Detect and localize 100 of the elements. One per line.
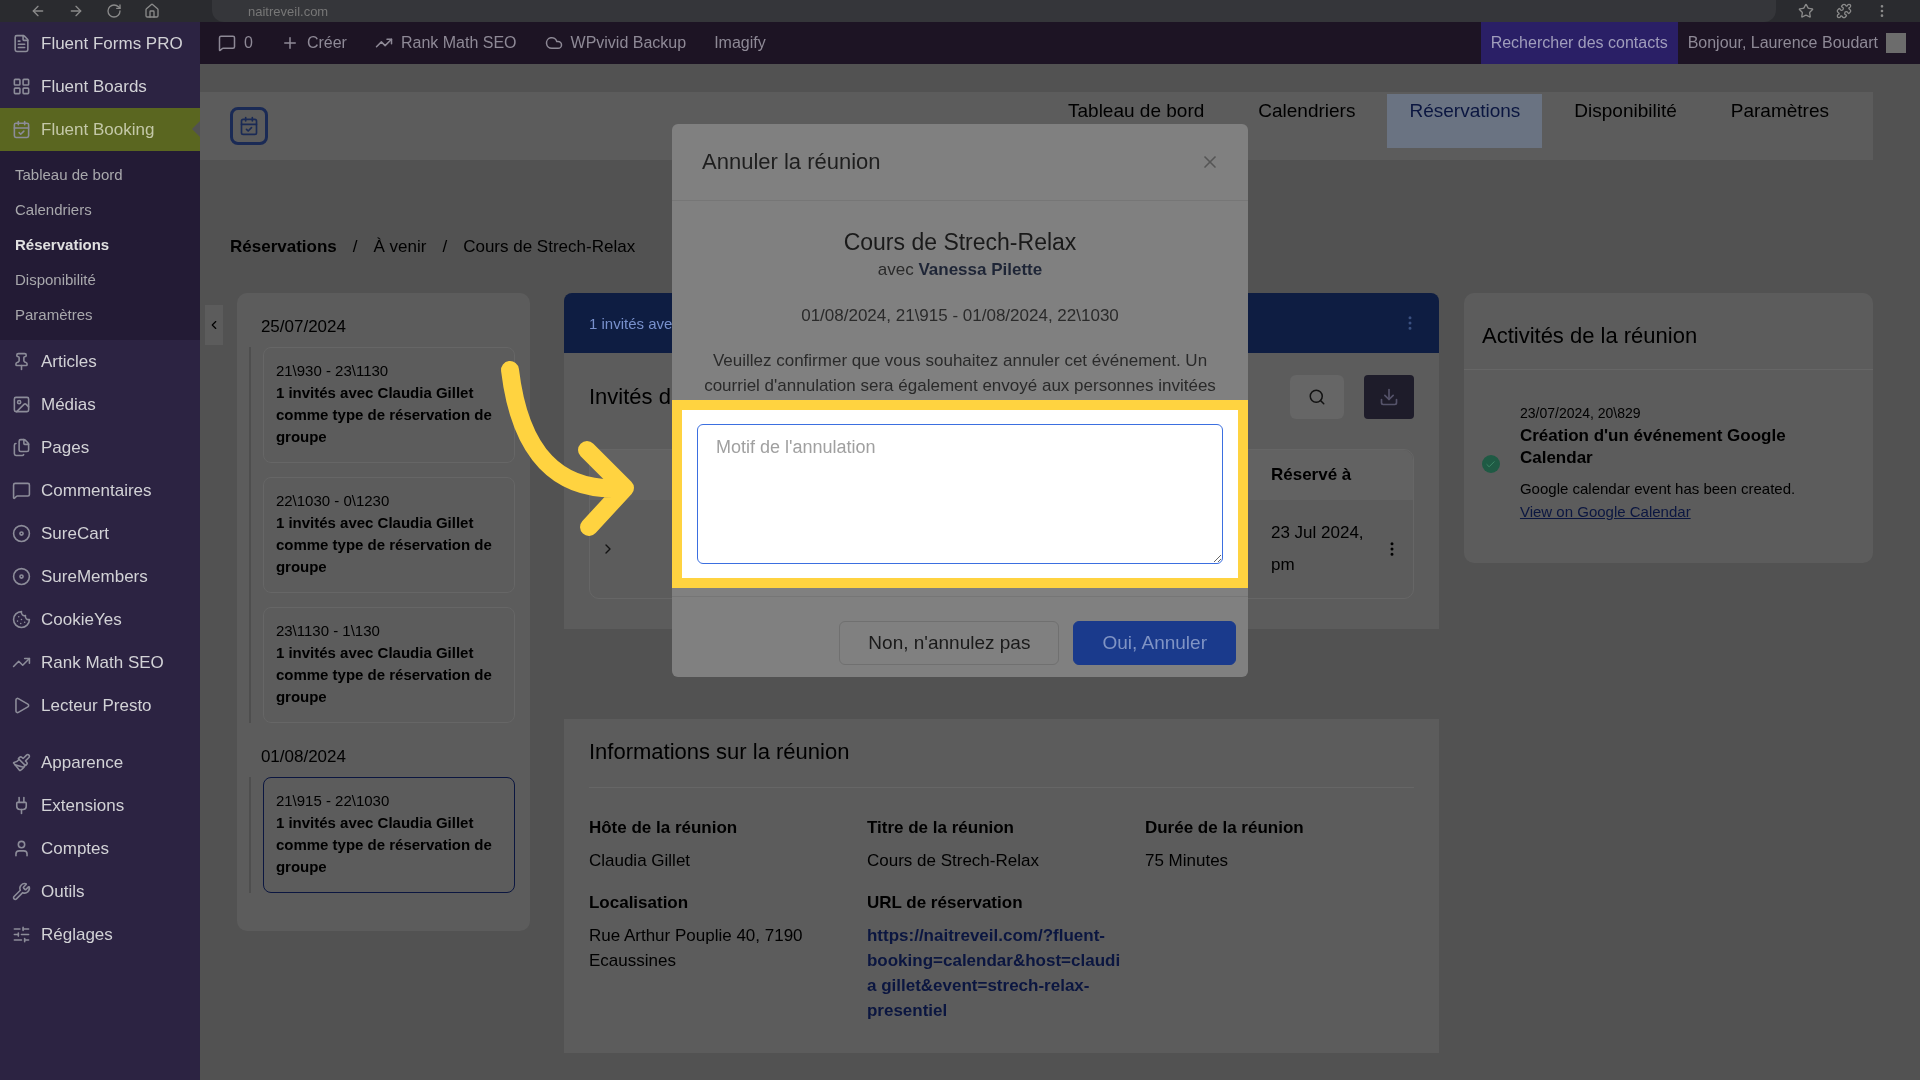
sidebar-item[interactable]: Fluent Boards bbox=[0, 65, 200, 108]
table-cell-text: 23 Jul 2024, pm bbox=[1269, 522, 1365, 576]
dialog-title: Annuler la réunion bbox=[702, 149, 881, 175]
column-header: Réservé à bbox=[1269, 464, 1353, 486]
booking-description: 1 invités avec Claudia Gillet comme type de réservation de groupe bbox=[275, 813, 493, 877]
confirm-button[interactable]: Oui, Annuler bbox=[1073, 621, 1236, 665]
forward-icon[interactable] bbox=[68, 3, 84, 19]
nav-tab[interactable]: Réservations bbox=[1387, 94, 1543, 148]
sidebar-item[interactable]: Comptes bbox=[0, 827, 200, 870]
submenu-item[interactable]: Paramètres bbox=[0, 297, 200, 332]
host-text: avec Vanessa Pilette bbox=[877, 260, 1043, 280]
field-value: Rue Arthur Pouplie 40, 7190 Ecaussines bbox=[588, 925, 804, 972]
card-title: Activités de la réunion bbox=[1463, 293, 1873, 370]
cancel-button[interactable]: Non, n'annulez pas bbox=[839, 621, 1060, 665]
nav-tab[interactable]: Paramètres bbox=[1708, 94, 1851, 148]
cloud-icon bbox=[544, 34, 563, 52]
banner-text: 1 invités ave bbox=[588, 314, 673, 332]
submenu-item[interactable]: Calendriers bbox=[0, 192, 200, 227]
search-icon bbox=[1307, 388, 1326, 406]
sidebar-item[interactable]: SureCart bbox=[0, 512, 200, 555]
activity-text: Google calendar event has been created. View on Google Calendar bbox=[1519, 479, 1797, 522]
logo-icon bbox=[230, 107, 268, 145]
comments-link[interactable]: 0 bbox=[218, 34, 253, 52]
breadcrumb-separator: / bbox=[352, 236, 358, 257]
activity-title: Création d'un événement Google Calendar bbox=[1519, 425, 1787, 469]
wrench-icon bbox=[12, 882, 31, 901]
search-button[interactable] bbox=[1289, 375, 1344, 419]
back-icon[interactable] bbox=[30, 3, 46, 19]
field-label: Titre de la réunion bbox=[866, 818, 1015, 838]
breadcrumb-link[interactable]: Cours de Strech-Relax bbox=[463, 236, 636, 257]
image-icon bbox=[12, 395, 31, 414]
booking-time: 23\1130 - 1\130 bbox=[275, 621, 381, 641]
activity-time: 23/07/2024, 20\829 bbox=[1519, 405, 1642, 421]
nav-tab[interactable]: Calendriers bbox=[1236, 94, 1378, 148]
sidebar-item[interactable]: SureMembers bbox=[0, 555, 200, 598]
reason-field[interactable]: Motif de l'annulation bbox=[697, 424, 1223, 564]
confirm-message: Veuillez confirmer que vous souhaitez annuler cet événement. Un courriel d'annulation sera également envoyé aux personnes invitées bbox=[703, 350, 1217, 397]
sidebar-item[interactable]: CookieYes bbox=[0, 598, 200, 641]
booking-description: 1 invités avec Claudia Gillet comme type de réservation de groupe bbox=[275, 513, 493, 577]
home-icon[interactable] bbox=[144, 3, 160, 19]
admin-bar-link[interactable]: WPvivid Backup bbox=[544, 34, 687, 52]
sidebar-item[interactable]: Pages bbox=[0, 426, 200, 469]
field-value: Claudia Gillet bbox=[588, 850, 692, 872]
sidebar-item[interactable]: Articles bbox=[0, 340, 200, 383]
download-button[interactable] bbox=[1363, 375, 1414, 419]
submenu-item[interactable]: Tableau de bord bbox=[0, 157, 200, 192]
card-title: Invités d bbox=[588, 384, 671, 410]
admin-bar-link[interactable]: Imagify bbox=[714, 34, 766, 52]
sidebar-item[interactable]: Commentaires bbox=[0, 469, 200, 512]
calendar-icon bbox=[12, 120, 31, 139]
sidebar-item[interactable]: Médias bbox=[0, 383, 200, 426]
breadcrumb-link[interactable]: Réservations bbox=[230, 236, 337, 257]
grid-icon bbox=[12, 77, 31, 96]
admin-bar-link[interactable]: Créer bbox=[280, 34, 347, 52]
pin-icon bbox=[12, 352, 31, 371]
puzzle-icon[interactable] bbox=[1836, 3, 1852, 19]
field-label: Localisation bbox=[588, 893, 690, 913]
star-icon[interactable] bbox=[1798, 3, 1814, 19]
field-value: 75 Minutes bbox=[1144, 850, 1230, 872]
brush-icon bbox=[12, 753, 31, 772]
sidebar-item[interactable]: Rank Math SEO bbox=[0, 641, 200, 684]
file-icon bbox=[12, 34, 31, 53]
booking-card[interactable]: 21\915 - 22\1030 1 invités avec Claudia Gillet comme type de réservation de groupe bbox=[262, 777, 515, 893]
booking-card[interactable]: 22\1030 - 0\1230 1 invités avec Claudia Gillet comme type de réservation de groupe bbox=[262, 477, 515, 593]
sidebar-item[interactable]: Lecteur Presto bbox=[0, 684, 200, 727]
user-icon bbox=[12, 839, 31, 858]
nav-tab[interactable]: Disponibilité bbox=[1552, 94, 1699, 148]
sidebar-item[interactable]: Extensions bbox=[0, 784, 200, 827]
reload-icon[interactable] bbox=[106, 3, 122, 19]
avatar-icon bbox=[1886, 33, 1906, 53]
submenu-item[interactable]: Réservations bbox=[0, 227, 200, 262]
date-heading: 25/07/2024 bbox=[259, 316, 347, 338]
event-datetime: 01/08/2024, 21\915 - 01/08/2024, 22\1030 bbox=[801, 306, 1119, 326]
address-bar[interactable]: naitreveil.com bbox=[212, 0, 1776, 22]
sidebar-item[interactable]: Fluent Forms PRO bbox=[0, 22, 200, 65]
booking-description: 1 invités avec Claudia Gillet comme type de réservation de groupe bbox=[275, 383, 493, 447]
field-label: URL de réservation bbox=[866, 893, 1024, 913]
booking-description: 1 invités avec Claudia Gillet comme type de réservation de groupe bbox=[275, 643, 493, 707]
booking-time: 21\915 - 22\1030 bbox=[275, 791, 391, 811]
date-heading: 01/08/2024 bbox=[259, 746, 347, 768]
sidebar-item[interactable]: Réglages bbox=[0, 913, 200, 956]
disc-icon bbox=[12, 524, 31, 543]
sidebar-item[interactable]: Fluent Booking bbox=[0, 108, 200, 151]
booking-card[interactable]: 21\930 - 23\1130 1 invités avec Claudia Gillet comme type de réservation de groupe bbox=[262, 347, 515, 463]
disc-icon bbox=[12, 567, 31, 586]
booking-card[interactable]: 23\1130 - 1\130 1 invités avec Claudia Gillet comme type de réservation de groupe bbox=[262, 607, 515, 723]
files-icon bbox=[12, 438, 31, 457]
booking-time: 21\930 - 23\1130 bbox=[275, 361, 390, 381]
admin-bar-link[interactable]: Rank Math SEO bbox=[374, 34, 517, 52]
play-icon bbox=[12, 696, 31, 715]
breadcrumb-separator: / bbox=[442, 236, 448, 257]
field-label: Hôte de la réunion bbox=[588, 818, 739, 838]
sidebar-item[interactable]: Outils bbox=[0, 870, 200, 913]
account-menu[interactable]: Bonjour, Laurence Boudart bbox=[1677, 33, 1920, 53]
download-icon bbox=[1378, 387, 1399, 407]
search-contacts-link[interactable]: Rechercher des contacts bbox=[1480, 22, 1678, 64]
field-label: Durée de la réunion bbox=[1144, 818, 1305, 838]
sidebar-item[interactable]: Apparence bbox=[0, 741, 200, 784]
submenu-item[interactable]: Disponibilité bbox=[0, 262, 200, 297]
breadcrumb-link[interactable]: À venir bbox=[373, 236, 427, 257]
